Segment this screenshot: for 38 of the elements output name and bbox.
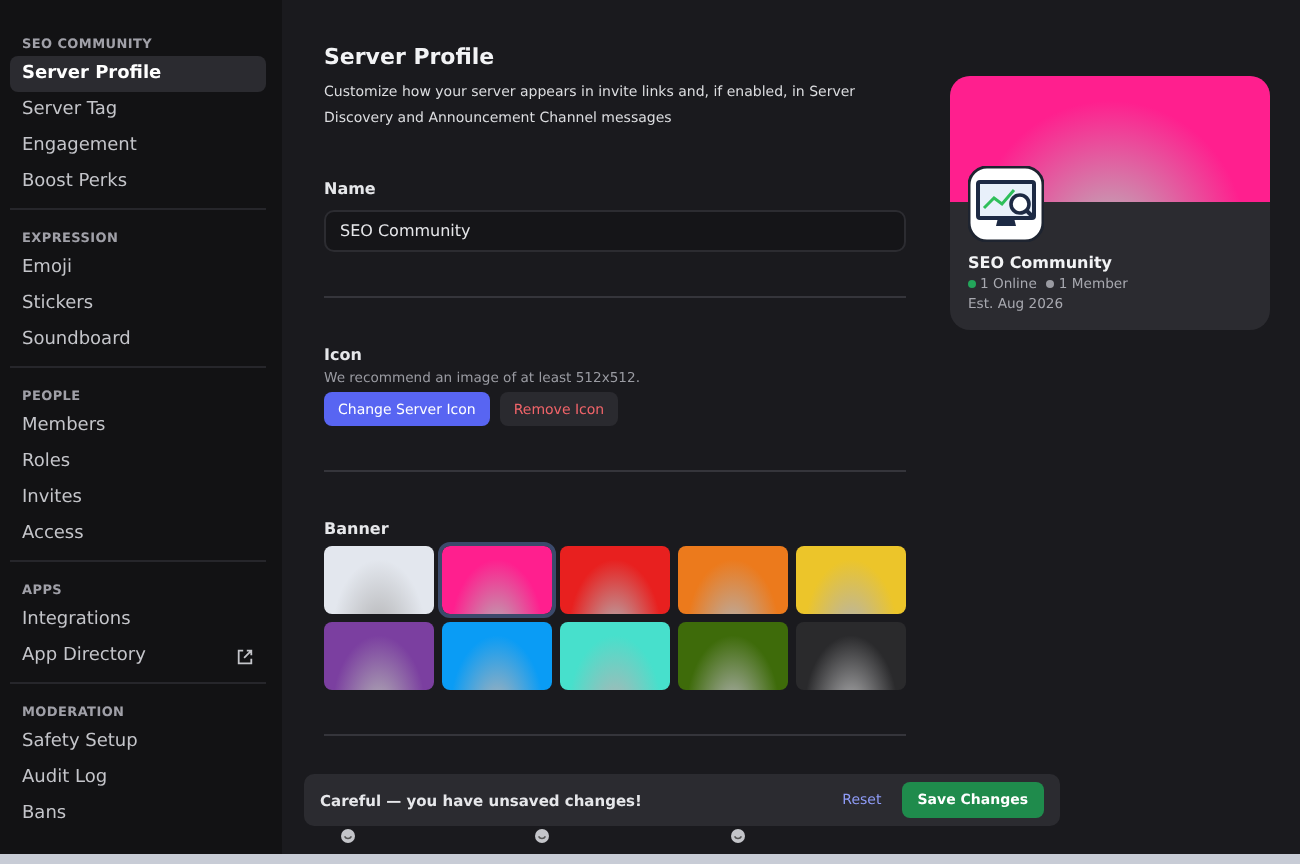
banner-color-swatch[interactable] <box>796 622 906 690</box>
sidebar-item[interactable]: Stickers <box>10 286 266 322</box>
sidebar-item[interactable]: Bans <box>10 796 266 832</box>
banner-color-swatch[interactable] <box>442 546 552 614</box>
page-title: Server Profile <box>324 44 497 70</box>
banner-color-swatch[interactable] <box>442 622 552 690</box>
radio-icon <box>534 828 550 844</box>
sidebar-item[interactable]: Server Tag <box>10 92 266 128</box>
sidebar-item[interactable]: Server Profile <box>10 56 266 92</box>
banner-color-swatch[interactable] <box>796 546 906 614</box>
sidebar-item[interactable]: Roles <box>10 444 266 480</box>
sidebar-item[interactable]: Integrations <box>10 602 266 638</box>
field-label: Banner <box>324 520 391 538</box>
name-field[interactable]: SEO Community <box>324 210 906 252</box>
field-label: Icon <box>324 346 364 364</box>
radio-icon <box>730 828 746 844</box>
banner-color-swatch[interactable] <box>678 546 788 614</box>
sidebar-item[interactable]: App Directory <box>10 638 266 674</box>
sidebar-item[interactable]: Engagement <box>10 128 266 164</box>
banner-color-swatch[interactable] <box>560 622 670 690</box>
radio-icon <box>340 828 356 844</box>
banner-color-swatch[interactable] <box>324 622 434 690</box>
sidebar-item[interactable]: Invites <box>10 480 266 516</box>
banner-color-swatch[interactable] <box>678 622 788 690</box>
banner-color-swatch[interactable] <box>324 546 434 614</box>
sidebar-item[interactable]: Soundboard <box>10 322 266 358</box>
online-status-dot <box>968 280 976 288</box>
sidebar-item[interactable]: Emoji <box>10 250 266 286</box>
member-status-dot <box>1046 280 1055 288</box>
sidebar-item[interactable]: Members <box>10 408 266 444</box>
sidebar-item[interactable]: Boost Perks <box>10 164 266 200</box>
sidebar-item[interactable]: Audit Log <box>10 760 266 796</box>
sidebar-item[interactable]: Safety Setup <box>10 724 266 760</box>
server-name: SEO Community <box>968 254 1115 272</box>
field-label: Name <box>324 180 378 198</box>
banner-color-swatch[interactable] <box>560 546 670 614</box>
monitor-chart-icon <box>968 166 1044 242</box>
sidebar-item[interactable]: Access <box>10 516 266 552</box>
